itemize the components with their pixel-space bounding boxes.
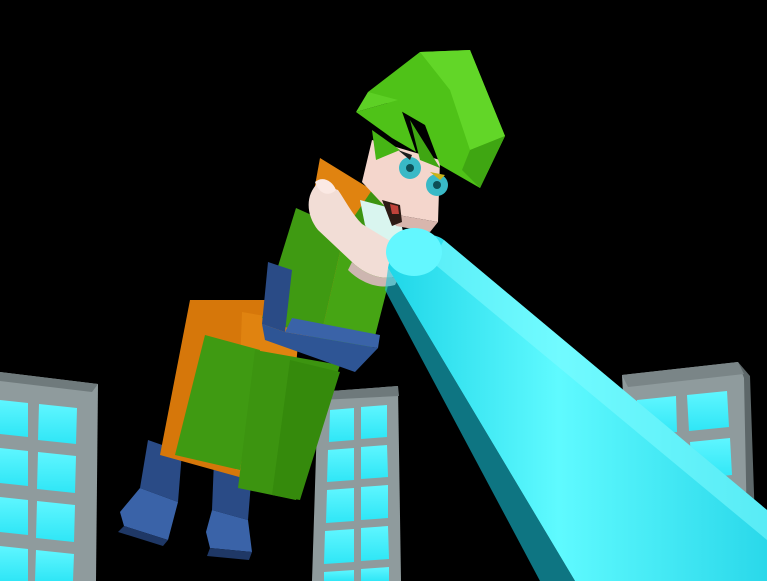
building-left [0,372,98,581]
game-viewport[interactable] [0,0,767,581]
scene-canvas [0,50,767,581]
